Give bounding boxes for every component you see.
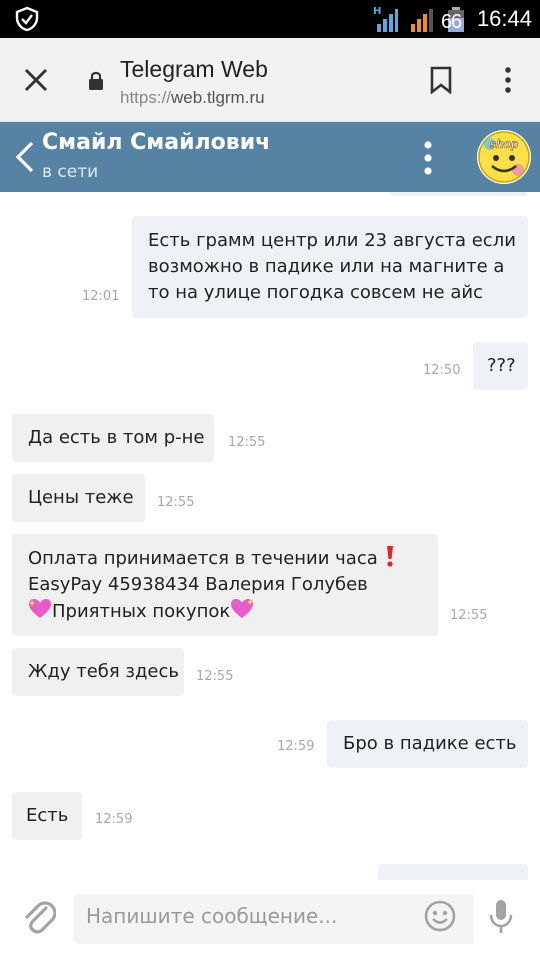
sparkling-heart-emoji	[231, 599, 254, 618]
page-title: Telegram Web	[120, 56, 268, 82]
message-time: 12:55	[196, 669, 234, 684]
message-time: 12:55	[157, 495, 195, 510]
microphone-icon[interactable]	[488, 898, 514, 936]
message-bubble[interactable]: Есть грамм центр или 23 августа если воз…	[132, 216, 528, 318]
message-input-placeholder: Напишите сообщение...	[86, 904, 338, 928]
network-type-label: H	[372, 6, 382, 17]
avatar[interactable]: shop	[474, 128, 534, 186]
message-time: 12:55	[450, 608, 488, 623]
message-text-line: Приятных покупок	[52, 601, 231, 622]
message-bubble[interactable]: Да есть в том р-не	[12, 414, 214, 462]
message-time: 12:59	[277, 739, 315, 754]
sparkling-heart-emoji	[29, 599, 51, 618]
lock-icon	[89, 71, 103, 90]
message-time: 12:01	[82, 289, 120, 304]
avatar-text: shop	[490, 137, 519, 151]
exclamation-emoji	[386, 546, 393, 567]
message-time: 12:59	[95, 812, 133, 827]
message-bubble[interactable]: Цены теже	[12, 474, 145, 522]
contact-status: в сети	[42, 162, 99, 182]
message-text-line: Жду тебя здесь	[28, 661, 180, 682]
message-bubble-partial	[390, 192, 528, 196]
message-text-row: Приятных покупок	[28, 598, 438, 625]
status-bar: H 66 16:44	[0, 0, 540, 38]
message-text-line: Цены теже	[28, 487, 134, 508]
more-vert-icon[interactable]	[498, 66, 518, 94]
message-composer: Напишите сообщение...	[0, 880, 540, 960]
paperclip-icon[interactable]	[22, 898, 56, 938]
message-input[interactable]: Напишите сообщение...	[74, 894, 474, 944]
browser-toolbar: Telegram Web https://web.tlgrm.ru	[0, 38, 540, 122]
battery-level: 66	[440, 11, 462, 33]
url-host: web.tlgrm.ru	[171, 88, 265, 107]
chat-header: Смайл Смайлович в сети shop	[0, 122, 540, 192]
kebab-menu-icon[interactable]	[418, 138, 438, 178]
signal-icon	[409, 4, 435, 34]
message-text-line: Бро в падике есть	[343, 733, 517, 754]
battery-icon: 66	[441, 4, 467, 34]
smiley-icon[interactable]	[424, 900, 456, 932]
message-text-line: Да есть в том р-не	[28, 427, 205, 448]
contact-name[interactable]: Смайл Смайлович	[42, 130, 270, 155]
message-bubble[interactable]: ???	[473, 342, 528, 390]
back-chevron-icon[interactable]	[12, 140, 38, 174]
url-scheme: https://	[120, 88, 172, 107]
message-list[interactable]: Есть грамм центр или 23 августа если воз…	[0, 192, 540, 880]
message-text-line: Есть грамм центр или 23 августа если	[148, 230, 516, 251]
message-bubble-partial	[378, 864, 528, 880]
message-time: 12:50	[423, 363, 461, 378]
message-text-line: возможно в падике или на магните а	[148, 256, 505, 277]
bookmark-icon[interactable]	[430, 66, 452, 94]
message-bubble[interactable]: Жду тебя здесь	[12, 648, 184, 696]
clock: 16:44	[476, 6, 532, 31]
message-bubble[interactable]: Оплата принимается в течении часа EasyPa…	[12, 534, 438, 636]
signal-icon: H	[373, 4, 399, 34]
message-time: 12:55	[228, 435, 266, 450]
message-text-line: то на улице погодка совсем не айс	[148, 282, 483, 303]
message-text-line: Есть	[26, 805, 69, 826]
message-text-line: ???	[487, 355, 516, 376]
message-bubble[interactable]: Бро в падике есть	[327, 720, 528, 768]
message-bubble[interactable]: Есть	[12, 792, 82, 840]
url-display[interactable]: https://web.tlgrm.ru	[120, 88, 265, 108]
close-icon[interactable]	[22, 66, 50, 94]
message-text-line: EasyPay 45938434 Валерия Голубев	[28, 574, 368, 595]
message-text-row: Оплата принимается в течении часа	[28, 545, 438, 572]
message-text-line: Оплата принимается в течении часа	[28, 548, 378, 569]
shield-icon	[15, 6, 39, 32]
